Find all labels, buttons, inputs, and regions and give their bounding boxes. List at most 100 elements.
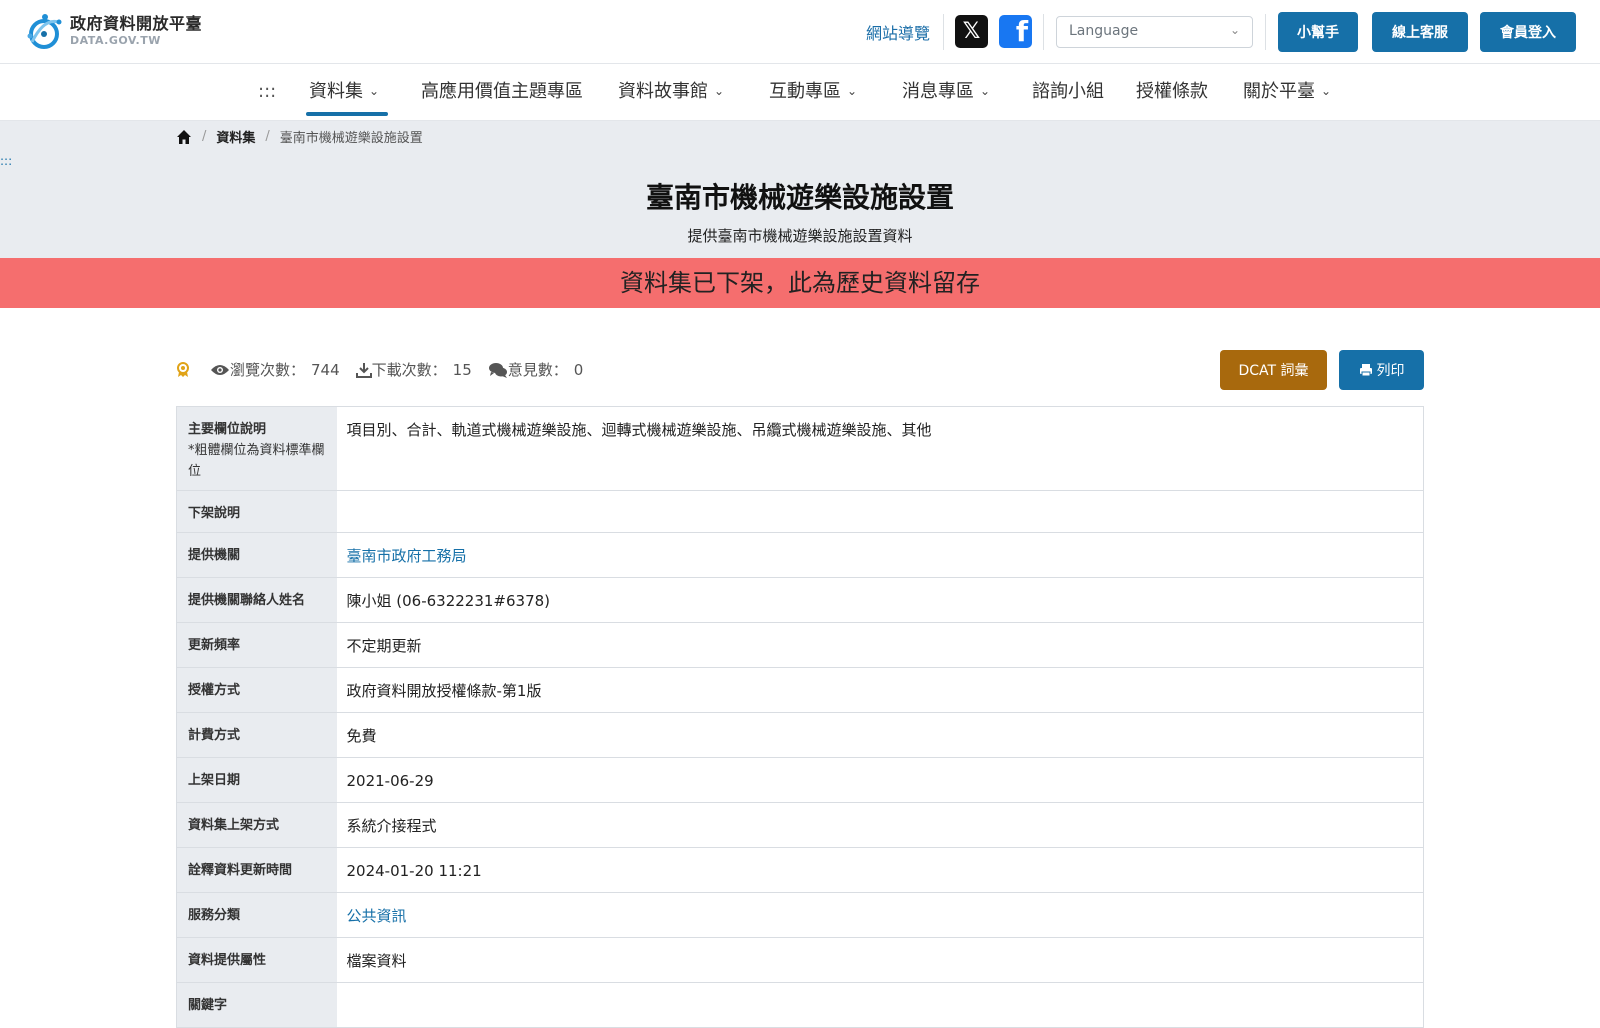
detail-value: 檔案資料	[336, 937, 1424, 983]
service-category-link[interactable]: 公共資訊	[347, 907, 407, 925]
comments-icon	[488, 362, 507, 378]
divider	[1043, 14, 1044, 50]
detail-key: 關鍵字	[176, 982, 337, 1028]
table-row: 計費方式 免費	[176, 712, 1424, 758]
nav-item-high-value[interactable]: 高應用價值主題專區	[421, 80, 583, 104]
comments-label: 意見數：	[507, 361, 568, 379]
eye-icon	[211, 364, 229, 375]
delisted-banner: 資料集已下架，此為歷史資料留存	[0, 258, 1600, 308]
detail-value	[336, 490, 1424, 533]
detail-value: 不定期更新	[336, 622, 1424, 668]
x-icon[interactable]: 𝕏	[955, 15, 988, 48]
table-row: 提供機關聯絡人姓名 陳小姐 (06-6322231#6378)	[176, 577, 1424, 623]
site-logo[interactable]: 政府資料開放平臺 DATA.GOV.TW	[24, 12, 202, 50]
table-row: 上架日期 2021-06-29	[176, 757, 1424, 803]
table-row: 授權方式 政府資料開放授權條款-第1版	[176, 667, 1424, 713]
sitemap-link[interactable]: 網站導覽	[866, 20, 930, 44]
main-nav: ::: 資料集 ⌄ 高應用價值主題專區 資料故事館 ⌄ 互動專區 ⌄ 消息專區 ⌄ 諮詢…	[0, 64, 1600, 121]
helper-button[interactable]: 小幫手	[1278, 12, 1358, 52]
breadcrumb-datasets[interactable]: 資料集	[216, 127, 255, 146]
comments-count: 0	[573, 360, 584, 379]
detail-key: 上架日期	[176, 757, 337, 803]
breadcrumb-separator: /	[265, 129, 270, 144]
logo-icon	[27, 14, 62, 49]
dataset-stats: 瀏覽次數： 744 下載次數： 15 意見數： 0	[176, 359, 599, 380]
views-stat: 瀏覽次數： 744	[210, 359, 340, 380]
nav-item-data-stories[interactable]: 資料故事館 ⌄	[618, 80, 724, 104]
nav-active-indicator	[306, 112, 388, 116]
chevron-down-icon: ⌄	[369, 84, 380, 98]
member-login-button[interactable]: 會員登入	[1480, 12, 1576, 52]
divider	[943, 14, 944, 50]
detail-key: 詮釋資料更新時間	[176, 847, 337, 893]
nav-item-datasets[interactable]: 資料集 ⌄	[309, 80, 379, 104]
logo-title: 政府資料開放平臺	[70, 14, 203, 33]
language-select[interactable]: Language ⌄	[1056, 16, 1253, 48]
chevron-down-icon: ⌄	[1321, 84, 1332, 98]
provider-link[interactable]: 臺南市政府工務局	[347, 547, 467, 565]
logo-subtitle: DATA.GOV.TW	[70, 34, 161, 47]
detail-value	[336, 982, 1424, 1028]
detail-value: 陳小姐 (06-6322231#6378)	[336, 577, 1424, 623]
detail-key: 授權方式	[176, 667, 337, 713]
detail-value: 系統介接程式	[336, 802, 1424, 848]
chevron-down-icon: ⌄	[980, 84, 991, 98]
nav-item-advisory[interactable]: 諮詢小組	[1032, 80, 1104, 104]
views-label: 瀏覽次數：	[230, 361, 306, 379]
detail-value: 政府資料開放授權條款-第1版	[336, 667, 1424, 713]
detail-value: 免費	[336, 712, 1424, 758]
detail-value: 臺南市政府工務局	[336, 532, 1424, 578]
download-icon	[355, 362, 372, 378]
printer-icon	[1359, 364, 1372, 377]
print-button[interactable]: 列印	[1339, 350, 1424, 390]
home-icon[interactable]	[176, 129, 192, 145]
detail-key: 資料提供屬性	[176, 937, 337, 983]
main-fields-label: 主要欄位說明	[188, 422, 267, 437]
table-row: 詮釋資料更新時間 2024-01-20 11:21	[176, 847, 1424, 893]
table-row: 更新頻率 不定期更新	[176, 622, 1424, 668]
detail-value: 項目別、合計、軌道式機械遊樂設施、迴轉式機械遊樂設施、吊纜式機械遊樂設施、其他	[336, 406, 1424, 491]
divider	[1265, 14, 1266, 50]
detail-key: 提供機關	[176, 532, 337, 578]
table-row: 資料提供屬性 檔案資料	[176, 937, 1424, 983]
nav-item-news[interactable]: 消息專區 ⌄	[902, 80, 990, 104]
nav-accesskey[interactable]: :::	[258, 80, 276, 104]
nav-label: 資料集	[309, 81, 363, 102]
dcat-vocabulary-button[interactable]: DCAT 詞彙	[1220, 350, 1327, 390]
table-row: 提供機關 臺南市政府工務局	[176, 532, 1424, 578]
nav-label: 資料故事館	[618, 81, 708, 102]
downloads-stat: 下載次數： 15	[355, 359, 472, 380]
downloads-count: 15	[452, 360, 472, 379]
table-row: 主要欄位說明 *粗體欄位為資料標準欄位 項目別、合計、軌道式機械遊樂設施、迴轉式…	[176, 406, 1424, 491]
site-header: 政府資料開放平臺 DATA.GOV.TW 網站導覽 𝕏 f Language ⌄…	[0, 0, 1600, 64]
views-count: 744	[311, 360, 340, 379]
table-row: 服務分類 公共資訊	[176, 892, 1424, 938]
detail-key: 下架說明	[176, 490, 337, 533]
facebook-icon[interactable]: f	[999, 15, 1032, 48]
dataset-details-table: 主要欄位說明 *粗體欄位為資料標準欄位 項目別、合計、軌道式機械遊樂設施、迴轉式…	[176, 406, 1424, 1028]
print-label: 列印	[1376, 363, 1405, 379]
detail-value: 2021-06-29	[336, 757, 1424, 803]
nav-item-interactive[interactable]: 互動專區 ⌄	[769, 80, 857, 104]
detail-key: 計費方式	[176, 712, 337, 758]
table-row: 關鍵字	[176, 982, 1424, 1028]
detail-key: 更新頻率	[176, 622, 337, 668]
nav-label: 關於平臺	[1243, 81, 1315, 102]
page-subtitle: 提供臺南市機械遊樂設施設置資料	[687, 227, 913, 245]
language-placeholder: Language	[1069, 23, 1139, 39]
content-accesskey[interactable]: :::	[0, 154, 12, 168]
nav-item-license[interactable]: 授權條款	[1136, 80, 1208, 104]
breadcrumb-current: 臺南市機械遊樂設施設置	[279, 131, 423, 146]
detail-key: 提供機關聯絡人姓名	[176, 577, 337, 623]
page-title: 臺南市機械遊樂設施設置	[645, 181, 954, 214]
comments-stat: 意見數： 0	[488, 359, 584, 380]
chevron-down-icon: ⌄	[847, 84, 858, 98]
nav-label: 互動專區	[769, 81, 841, 102]
nav-label: 授權條款	[1136, 81, 1208, 102]
online-support-button[interactable]: 線上客服	[1372, 12, 1468, 52]
breadcrumb: / 資料集 / 臺南市機械遊樂設施設置	[176, 127, 423, 146]
nav-item-about[interactable]: 關於平臺 ⌄	[1243, 80, 1331, 104]
chevron-down-icon: ⌄	[1229, 23, 1240, 37]
breadcrumb-separator: /	[202, 129, 207, 144]
nav-label: 高應用價值主題專區	[421, 81, 583, 102]
